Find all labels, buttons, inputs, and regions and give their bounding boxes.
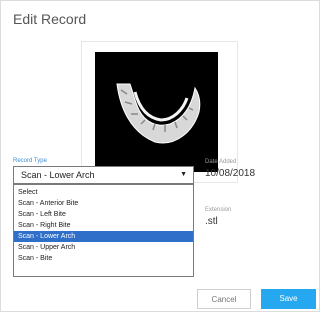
dropdown-option-bite[interactable]: Scan - Bite (14, 253, 193, 264)
record-type-label: Record Type (13, 158, 47, 164)
dropdown-option-lower-arch[interactable]: Scan - Lower Arch (14, 231, 193, 242)
edit-record-dialog: Edit Record Record Type Scan - Lower Arc… (0, 0, 320, 312)
dialog-title: Edit Record (13, 11, 87, 27)
dropdown-option-upper-arch[interactable]: Scan - Upper Arch (14, 242, 193, 253)
date-added-label: Date Added (205, 159, 237, 165)
record-type-dropdown[interactable]: Select Scan - Anterior Bite Scan - Left … (13, 184, 194, 277)
record-type-selected-value: Scan - Lower Arch (21, 170, 95, 180)
save-button[interactable]: Save (261, 289, 316, 309)
scan-image (95, 52, 218, 172)
dental-arch-scan-icon (116, 83, 201, 144)
dropdown-option-select[interactable]: Select (14, 187, 193, 198)
dropdown-option-anterior-bite[interactable]: Scan - Anterior Bite (14, 198, 193, 209)
record-type-select[interactable]: Scan - Lower Arch ▼ (13, 166, 194, 184)
extension-value: .stl (205, 216, 218, 227)
cancel-button[interactable]: Cancel (197, 289, 251, 309)
dropdown-option-right-bite[interactable]: Scan - Right Bite (14, 220, 193, 231)
dropdown-option-left-bite[interactable]: Scan - Left Bite (14, 209, 193, 220)
date-added-value: 10/08/2018 (205, 168, 256, 179)
chevron-down-icon: ▼ (180, 171, 187, 178)
extension-label: Extension (205, 207, 232, 213)
